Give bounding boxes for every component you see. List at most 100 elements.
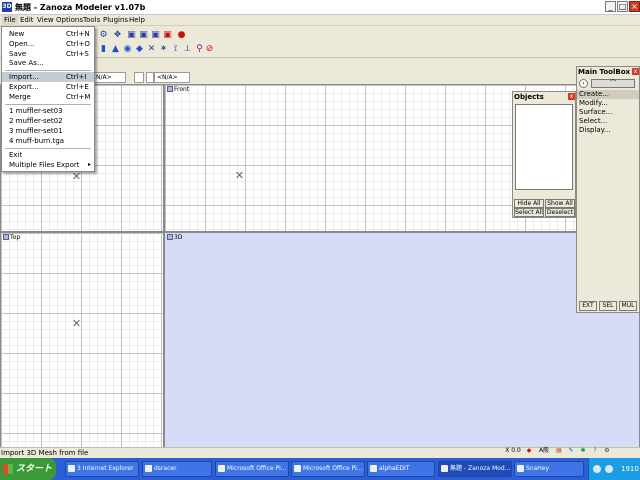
toolbox-item-create[interactable]: Create... (577, 90, 639, 99)
file-menu-recent-2[interactable]: 2 muffler-set02 (2, 116, 94, 126)
tray-clock[interactable]: 1910 (621, 458, 639, 480)
move-axis-icon[interactable]: ✕ (146, 44, 157, 55)
chain-icon[interactable]: ⚙ (98, 30, 109, 41)
menu-item-shortcut: Ctrl+I (66, 73, 87, 81)
viewport-3d[interactable]: 3D (164, 232, 640, 448)
file-menu-import[interactable]: Import... Ctrl+I (2, 72, 94, 82)
ime-pen-icon[interactable]: ✎ (566, 445, 576, 457)
menu-plugins[interactable]: Plugins (101, 15, 130, 26)
menu-file[interactable]: File (2, 15, 18, 26)
start-button[interactable]: スタート (0, 458, 56, 480)
coord-toggle-2[interactable] (146, 72, 154, 83)
toolbox-item-modify[interactable]: Modify... (577, 99, 639, 108)
tray-volume-icon[interactable] (605, 465, 613, 473)
folder-icon (145, 465, 152, 472)
toolbox-path-icon[interactable]: ⌒ (591, 79, 635, 88)
menu-item-label: Save As... (9, 59, 44, 67)
menu-item-label: New (9, 30, 25, 38)
viewport-front-title: Front (174, 86, 190, 93)
task-office-2[interactable]: Microsoft Office Pi... (291, 461, 365, 477)
cube-side-icon[interactable]: ▣ (138, 30, 149, 41)
objects-list[interactable] (515, 104, 573, 190)
cube-red-icon[interactable]: ▣ (162, 30, 173, 41)
task-label: Microsoft Office Pi... (303, 465, 363, 472)
file-menu-recent-1[interactable]: 1 muffler-set03 (2, 106, 94, 116)
file-menu-new[interactable]: New Ctrl+N (2, 29, 94, 39)
ime-settings-icon[interactable]: ⚙ (602, 445, 612, 457)
task-snahey[interactable]: SnaHey (514, 461, 584, 477)
alphaedit-icon (370, 465, 377, 472)
file-menu-dropdown: New Ctrl+N Open... Ctrl+O Save Ctrl+S Save … (1, 26, 95, 172)
viewport-icon (3, 234, 9, 240)
close-button[interactable]: × (629, 1, 640, 12)
task-alphaedit[interactable]: alphaEDIT (367, 461, 435, 477)
torus-icon[interactable]: ◉ (122, 44, 133, 55)
task-dsracer[interactable]: dsracer (142, 461, 212, 477)
cube-top-icon[interactable]: ▣ (150, 30, 161, 41)
no-entry-icon[interactable]: ⊘ (204, 44, 215, 55)
hide-all-button[interactable]: Hide All (514, 199, 544, 208)
menu-view[interactable]: View (35, 15, 56, 26)
free-axis-icon[interactable]: ⟂ (182, 44, 193, 55)
cylinder-icon[interactable]: ▮ (98, 44, 109, 55)
office-icon (218, 465, 225, 472)
menu-separator (5, 104, 91, 105)
menu-edit[interactable]: Edit (18, 15, 36, 26)
menu-help[interactable]: Help (127, 15, 147, 26)
ime-mode-icon[interactable]: ◆ (524, 445, 534, 457)
mode-mul-button[interactable]: MUL (619, 301, 637, 311)
blob-icon[interactable]: ◆ (134, 44, 145, 55)
mode-ext-button[interactable]: EXT (579, 301, 597, 311)
viewport-top[interactable]: Top ✕ (0, 232, 164, 448)
title-bar: 3D 無題 - Zanoza Modeler v1.07b _ □ × (0, 0, 640, 15)
palette-icon[interactable]: ❖ (112, 30, 123, 41)
sphere-icon[interactable]: ● (176, 30, 187, 41)
task-zanoza[interactable]: 無題 - Zanoza Mod... (438, 461, 512, 477)
file-menu-merge[interactable]: Merge Ctrl+M (2, 92, 94, 102)
origin-mark: ✕ (234, 169, 245, 182)
mode-sel-button[interactable]: SEL (599, 301, 617, 311)
ime-tools-icon[interactable]: ✱ (578, 445, 588, 457)
file-menu-multiple-export[interactable]: Multiple Files Export ▸ (2, 160, 94, 170)
toolbox-nav[interactable]: ‹ ⌒ (579, 79, 637, 88)
menu-tools[interactable]: Tools (81, 15, 102, 26)
file-menu-exit[interactable]: Exit (2, 150, 94, 160)
menu-item-shortcut: Ctrl+M (66, 93, 91, 101)
menu-item-label: Save (9, 50, 27, 58)
cone-icon[interactable]: ▲ (110, 44, 121, 55)
task-office-1[interactable]: Microsoft Office Pi... (215, 461, 289, 477)
show-all-button[interactable]: Show All (545, 199, 575, 208)
ime-letters[interactable]: A般 (536, 445, 552, 457)
toolbox-item-surface[interactable]: Surface... (577, 108, 639, 117)
file-menu-recent-3[interactable]: 3 muffler-set01 (2, 126, 94, 136)
objects-close-icon[interactable]: x (568, 93, 575, 100)
minimize-button[interactable]: _ (605, 1, 616, 12)
scale-axis-icon[interactable]: ⟟ (170, 44, 181, 55)
coord-toggle[interactable] (134, 72, 144, 83)
back-icon[interactable]: ‹ (579, 79, 588, 88)
maximize-button[interactable]: □ (617, 1, 628, 12)
menu-item-shortcut: Ctrl+N (66, 30, 90, 38)
select-all-button[interactable]: Select All (514, 208, 544, 217)
file-menu-recent-4[interactable]: 4 muff-burn.tga (2, 136, 94, 146)
main-toolbox: Main ToolBox x ‹ ⌒ Create... Modify... S… (576, 66, 640, 313)
coord-field-2[interactable]: <N/A> (154, 72, 190, 83)
ime-label[interactable]: X 0.0 (504, 445, 522, 457)
origin-mark: ✕ (71, 317, 82, 330)
ime-dict-icon[interactable]: ▤ (554, 445, 564, 457)
toolbox-item-select[interactable]: Select... (577, 117, 639, 126)
toolbox-close-icon[interactable]: x (632, 68, 639, 75)
viewport-3d-title: 3D (174, 234, 183, 241)
file-menu-open[interactable]: Open... Ctrl+O (2, 39, 94, 49)
ie-icon (68, 465, 75, 472)
cube-front-icon[interactable]: ▣ (126, 30, 137, 41)
file-menu-export[interactable]: Export... Ctrl+E (2, 82, 94, 92)
toolbox-item-display[interactable]: Display... (577, 126, 639, 135)
task-label: 3 Internet Explorer (77, 465, 134, 472)
deselect-button[interactable]: Deselect (545, 208, 575, 217)
tray-network-icon[interactable] (593, 465, 601, 473)
ime-help-icon[interactable]: ? (590, 445, 600, 457)
file-menu-save-as[interactable]: Save As... (2, 58, 94, 68)
rotate-axis-icon[interactable]: ✶ (158, 44, 169, 55)
task-ie[interactable]: 3 Internet Explorer (65, 461, 139, 477)
